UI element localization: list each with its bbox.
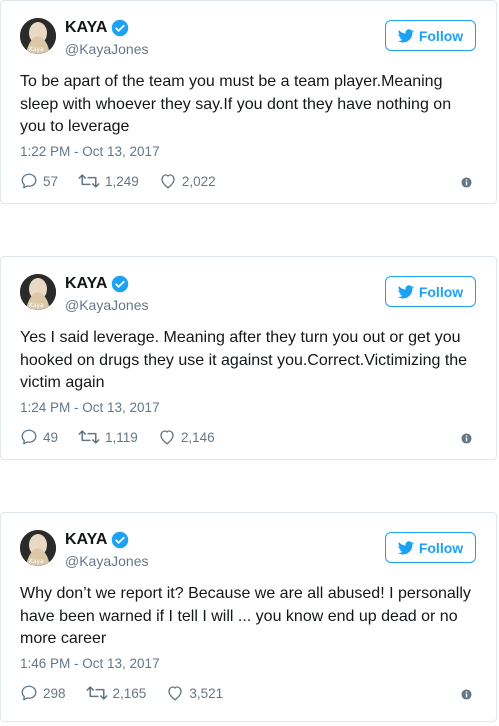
reply-button[interactable]: 49 [20,428,58,446]
avatar[interactable]: Kaya [20,530,56,566]
tweet-timestamp[interactable]: 1:22 PM - Oct 13, 2017 [20,144,160,159]
bird-icon [397,28,414,42]
avatar[interactable]: Kaya [20,18,56,54]
heart-icon [161,174,175,189]
reply-count: 298 [43,685,66,701]
verified-icon [112,531,129,549]
tweet-timestamp[interactable]: 1:46 PM - Oct 13, 2017 [20,656,160,671]
heart-icon [160,430,174,445]
heart-icon [168,686,183,701]
retweet-icon [78,174,100,188]
retweet-count: 1,119 [105,429,138,445]
info-icon[interactable] [461,177,472,188]
retweet-button[interactable]: 2,165 [86,684,147,702]
display-name[interactable]: KAYA [65,275,107,293]
reply-icon [21,173,37,189]
like-button[interactable]: 2,146 [158,428,215,446]
follow-button[interactable]: Follow [385,532,476,563]
user-handle[interactable]: @KayaJones [65,553,148,569]
like-button[interactable]: 2,022 [159,172,216,190]
like-button[interactable]: 3,521 [166,684,223,702]
user-handle[interactable]: @KayaJones [65,297,148,313]
follow-label: Follow [418,27,464,44]
info-icon[interactable] [461,433,472,444]
bird-icon [397,540,414,554]
tweet-card: Kaya KAYA @KayaJones Follow Yes I said l… [0,256,497,460]
tweet-text: Yes I said leverage. Meaning after they … [20,329,468,391]
tweet-card: Kaya KAYA @KayaJones Follow To be apart … [0,0,497,204]
retweet-count: 2,165 [112,685,147,701]
bird-icon [397,284,414,298]
reply-button[interactable]: 298 [20,684,66,702]
like-count: 3,521 [189,685,224,701]
display-name[interactable]: KAYA [65,531,107,549]
retweet-button[interactable]: 1,119 [78,428,138,446]
follow-label: Follow [418,283,464,300]
tweet-text: Why don’t we report it? Because we are a… [20,585,471,647]
reply-count: 57 [43,173,59,189]
retweet-button[interactable]: 1,249 [78,172,139,190]
svg-text:Kaya: Kaya [29,302,44,309]
reply-button[interactable]: 57 [20,172,58,190]
retweet-icon [78,430,100,444]
retweet-count: 1,249 [105,173,139,189]
display-name[interactable]: KAYA [65,19,107,37]
tweet-timestamp[interactable]: 1:24 PM - Oct 13, 2017 [20,400,160,415]
follow-button[interactable]: Follow [385,20,476,51]
follow-label: Follow [418,539,464,556]
avatar[interactable]: Kaya [20,274,56,310]
tweet-text: To be apart of the team you must be a te… [20,73,452,135]
like-count: 2,146 [180,429,215,445]
info-icon[interactable] [461,689,472,700]
tweet-card: Kaya KAYA @KayaJones Follow Why don’t we… [0,512,497,722]
reply-icon [21,429,37,445]
like-count: 2,022 [181,173,216,189]
svg-text:Kaya: Kaya [29,46,44,53]
svg-text:Kaya: Kaya [29,558,44,565]
verified-icon [112,275,129,293]
retweet-icon [86,686,108,700]
verified-icon [112,19,129,37]
reply-count: 49 [43,429,59,445]
follow-button[interactable]: Follow [385,276,476,307]
reply-icon [21,685,37,701]
user-handle[interactable]: @KayaJones [65,41,148,57]
